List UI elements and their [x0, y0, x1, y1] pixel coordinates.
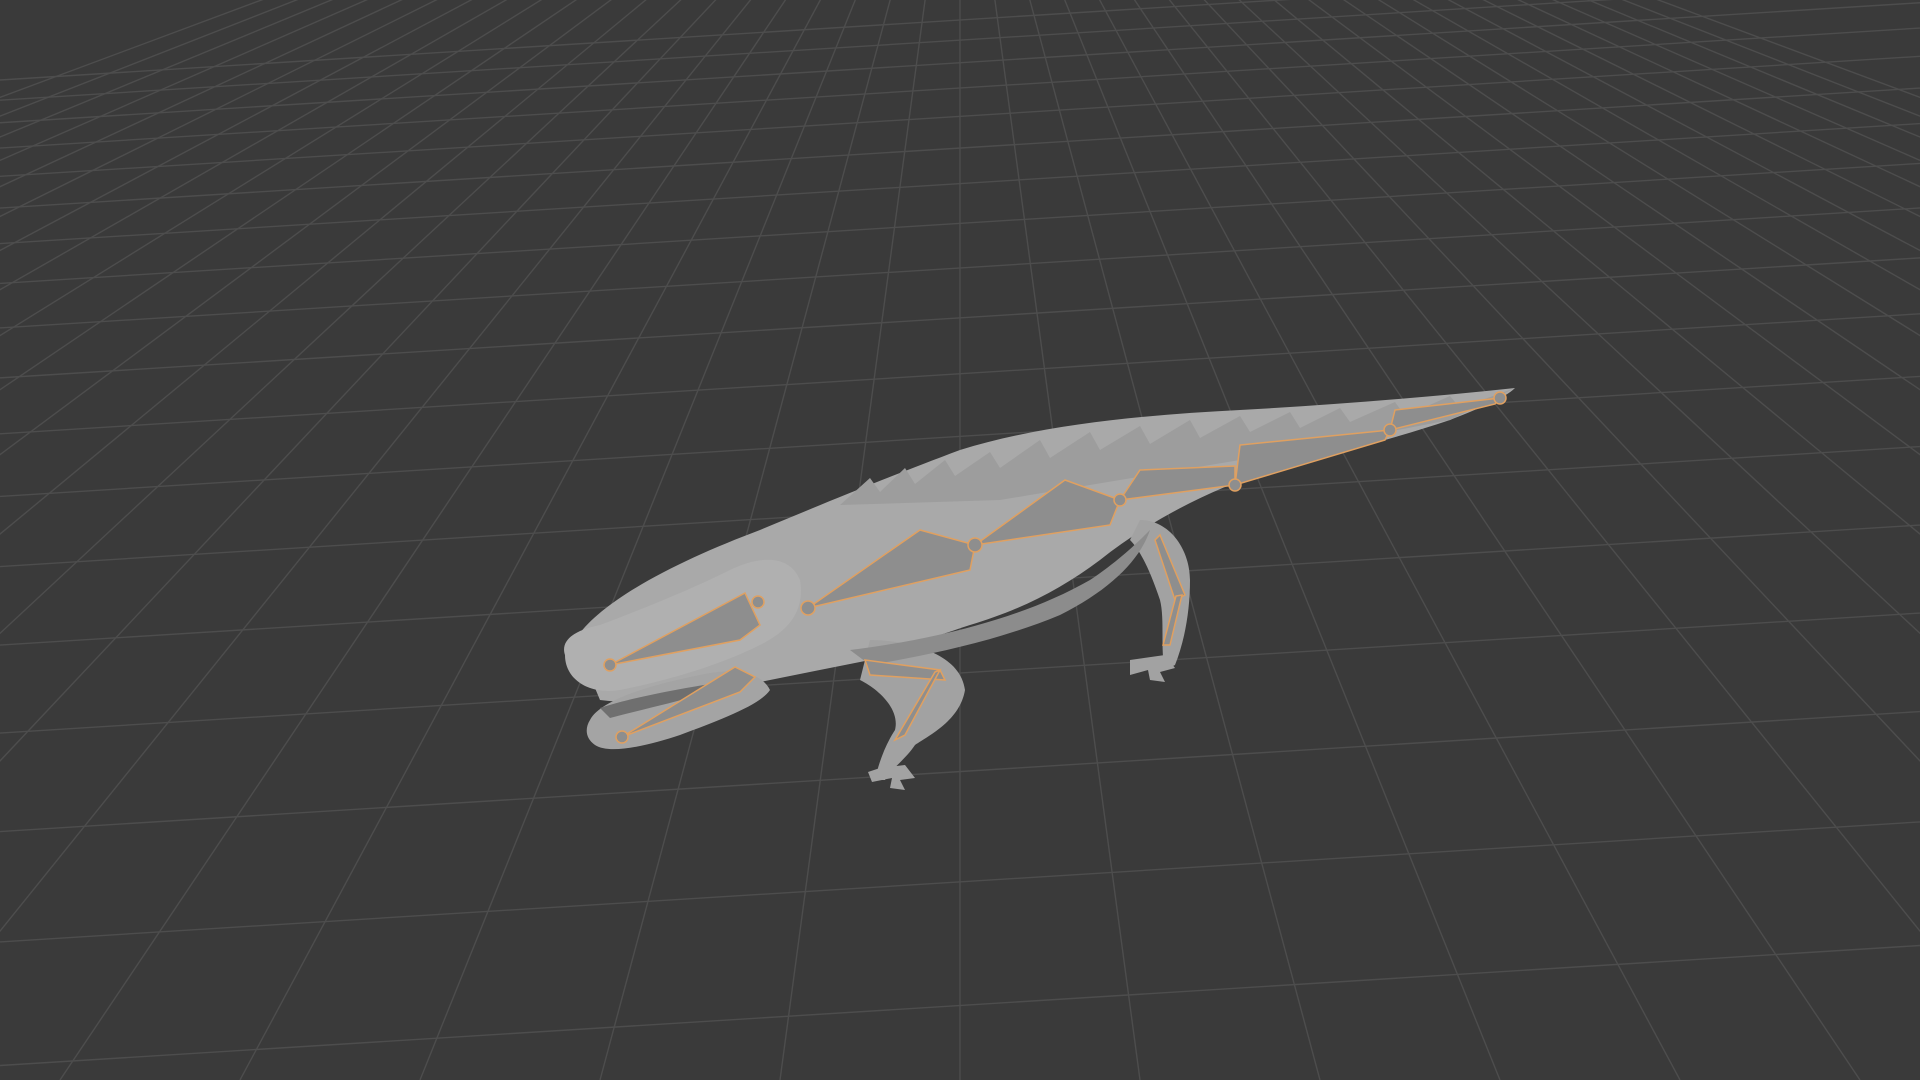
- joint-jaw-tip[interactable]: [615, 730, 629, 744]
- 3d-viewport[interactable]: [0, 0, 1920, 1080]
- joint-back[interactable]: [1228, 478, 1242, 492]
- joint-head[interactable]: [751, 595, 765, 609]
- joint-tail-tip[interactable]: [1493, 391, 1507, 405]
- joint-hip[interactable]: [1113, 493, 1127, 507]
- joint-snout[interactable]: [603, 658, 617, 672]
- joint-tail-1[interactable]: [1383, 423, 1397, 437]
- joint-neck[interactable]: [800, 600, 816, 616]
- viewport-canvas[interactable]: [0, 0, 1920, 1080]
- joint-shoulder[interactable]: [967, 537, 983, 553]
